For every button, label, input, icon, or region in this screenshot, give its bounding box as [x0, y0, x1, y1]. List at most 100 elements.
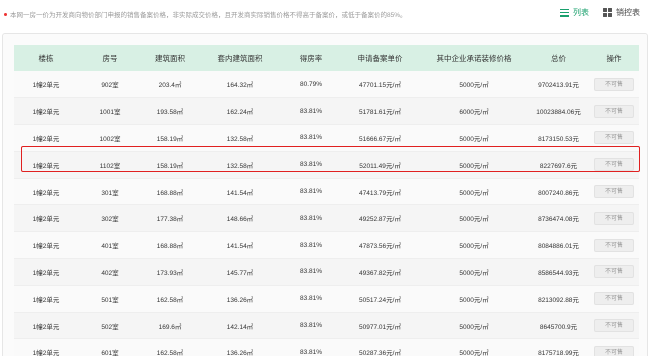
- action-cell: 不可售: [589, 258, 639, 286]
- not-for-sale-button[interactable]: 不可售: [594, 77, 634, 91]
- table-cell: 402室: [78, 258, 142, 286]
- table-cell: 168.88㎡: [142, 178, 198, 206]
- notice-text: 本网一房一价为开发商向物价部门申报的销售备案价格，非实际成交价格，且开发商实际销…: [10, 12, 407, 19]
- table-cell: 301室: [78, 178, 142, 206]
- price-table-panel: 楼栋 房号 建筑面积 套内建筑面积 得房率 申请备案单价 其中企业承诺装修价格 总价 操作 1幢…: [2, 33, 648, 356]
- table-cell: 1002室: [78, 124, 142, 152]
- table-cell: 49252.87元/㎡: [340, 204, 420, 233]
- not-for-sale-button[interactable]: 不可售: [594, 319, 634, 333]
- table-cell: 47701.15元/㎡: [340, 71, 420, 99]
- table-cell: 1幢2单元: [14, 97, 78, 126]
- table-row: 1幢2单元 401室 168.88㎡ 141.54㎡ 83.81% 47873.56元/㎡…: [14, 231, 639, 260]
- table-cell: 145.77㎡: [198, 258, 282, 286]
- not-for-sale-button[interactable]: 不可售: [594, 292, 634, 306]
- action-cell: 不可售: [589, 124, 639, 152]
- grid-icon: [603, 8, 612, 17]
- table-cell: 158.19㎡: [142, 151, 198, 179]
- table-cell: 132.58㎡: [198, 124, 282, 152]
- column-header: 其中企业承诺装修价格: [436, 53, 512, 63]
- table-cell: 5000元/㎡: [420, 338, 528, 356]
- table-cell: 502室: [78, 312, 142, 340]
- price-table: 楼栋 房号 建筑面积 套内建筑面积 得房率 申请备案单价 其中企业承诺装修价格 总价 操作 1幢…: [14, 45, 639, 356]
- list-view-label: 列表: [573, 8, 589, 17]
- not-for-sale-button[interactable]: 不可售: [594, 131, 634, 145]
- table-cell: 83.81%: [282, 338, 340, 356]
- action-cell: 不可售: [589, 204, 639, 233]
- table-cell: 1幢2单元: [14, 151, 78, 179]
- action-cell: 不可售: [589, 338, 639, 356]
- not-for-sale-button[interactable]: 不可售: [594, 238, 634, 252]
- table-cell: 83.81%: [282, 124, 340, 152]
- table-cell: 1幢2单元: [14, 312, 78, 340]
- not-for-sale-button[interactable]: 不可售: [594, 185, 634, 199]
- table-cell: 47413.79元/㎡: [340, 178, 420, 206]
- table-cell: 83.81%: [282, 258, 340, 286]
- table-cell: 83.81%: [282, 204, 340, 233]
- table-cell: 5000元/㎡: [420, 151, 528, 179]
- column-header: 操作: [606, 53, 622, 63]
- table-cell: 203.4㎡: [142, 71, 198, 99]
- table-cell: 83.81%: [282, 231, 340, 260]
- table-header-row: 楼栋 房号 建筑面积 套内建筑面积 得房率 申请备案单价 其中企业承诺装修价格 总价 操作: [14, 45, 639, 71]
- table-cell: 302室: [78, 204, 142, 233]
- table-row: 1幢2单元 302室 177.38㎡ 148.66㎡ 83.81% 49252.87元/㎡…: [14, 204, 639, 233]
- table-cell: 1幢2单元: [14, 285, 78, 313]
- table-row: 1幢2单元 301室 168.88㎡ 141.54㎡ 83.81% 47413.79元/㎡…: [14, 178, 639, 206]
- column-header: 建筑面积: [155, 53, 185, 63]
- table-cell: 50977.01元/㎡: [340, 312, 420, 340]
- column-header: 申请备案单价: [357, 53, 403, 63]
- action-cell: 不可售: [589, 178, 639, 206]
- column-header: 得房率: [299, 53, 323, 63]
- not-for-sale-button[interactable]: 不可售: [594, 158, 634, 172]
- notice-dot-icon: [4, 12, 7, 16]
- not-for-sale-button[interactable]: 不可售: [594, 211, 634, 225]
- action-cell: 不可售: [589, 312, 639, 340]
- table-row: 1幢2单元 501室 162.58㎡ 136.26㎡ 83.81% 50517.24元/㎡…: [14, 285, 639, 313]
- table-cell: 601室: [78, 338, 142, 356]
- table-cell: 83.81%: [282, 151, 340, 179]
- table-cell: 902室: [78, 71, 142, 99]
- table-cell: 136.26㎡: [198, 338, 282, 356]
- table-cell: 8213092.88元: [528, 285, 589, 313]
- action-cell: 不可售: [589, 285, 639, 313]
- table-cell: 1幢2单元: [14, 258, 78, 286]
- not-for-sale-button[interactable]: 不可售: [594, 345, 634, 356]
- column-header: 楼栋: [38, 53, 54, 63]
- table-cell: 193.58㎡: [142, 97, 198, 126]
- action-cell: 不可售: [589, 231, 639, 260]
- table-cell: 177.38㎡: [142, 204, 198, 233]
- table-cell: 5000元/㎡: [420, 285, 528, 313]
- column-header: 套内建筑面积: [217, 53, 263, 63]
- table-cell: 132.58㎡: [198, 151, 282, 179]
- list-view-button[interactable]: 列表: [560, 7, 589, 18]
- action-cell: 不可售: [589, 151, 639, 179]
- table-cell: 50287.36元/㎡: [340, 338, 420, 356]
- table-cell: 141.54㎡: [198, 231, 282, 260]
- sales-control-view-label: 销控表: [616, 8, 640, 17]
- table-cell: 136.26㎡: [198, 285, 282, 313]
- table-cell: 141.54㎡: [198, 178, 282, 206]
- table-cell: 1102室: [78, 151, 142, 179]
- table-cell: 8173150.53元: [528, 124, 589, 152]
- table-cell: 10023884.06元: [528, 97, 589, 126]
- table-cell: 80.79%: [282, 71, 340, 99]
- table-cell: 162.24㎡: [198, 97, 282, 126]
- table-cell: 162.58㎡: [142, 338, 198, 356]
- table-row: 1幢2单元 502室 169.6㎡ 142.14㎡ 83.81% 50977.01元/㎡ 5…: [14, 312, 639, 340]
- table-cell: 51666.67元/㎡: [340, 124, 420, 152]
- table-cell: 164.32㎡: [198, 71, 282, 99]
- sales-control-view-button[interactable]: 销控表: [603, 7, 640, 18]
- table-cell: 1幢2单元: [14, 178, 78, 206]
- not-for-sale-button[interactable]: 不可售: [594, 104, 634, 118]
- table-cell: 501室: [78, 285, 142, 313]
- table-row: 1幢2单元 402室 173.93㎡ 145.77㎡ 83.81% 49367.82元/㎡…: [14, 258, 639, 286]
- table-cell: 173.93㎡: [142, 258, 198, 286]
- table-cell: 8084886.01元: [528, 231, 589, 260]
- table-cell: 5000元/㎡: [420, 258, 528, 286]
- table-cell: 8586544.93元: [528, 258, 589, 286]
- table-cell: 1001室: [78, 97, 142, 126]
- table-cell: 5000元/㎡: [420, 312, 528, 340]
- table-row: 1幢2单元 601室 162.58㎡ 136.26㎡ 83.81% 50287.36元/㎡…: [14, 338, 639, 356]
- not-for-sale-button[interactable]: 不可售: [594, 265, 634, 279]
- table-cell: 50517.24元/㎡: [340, 285, 420, 313]
